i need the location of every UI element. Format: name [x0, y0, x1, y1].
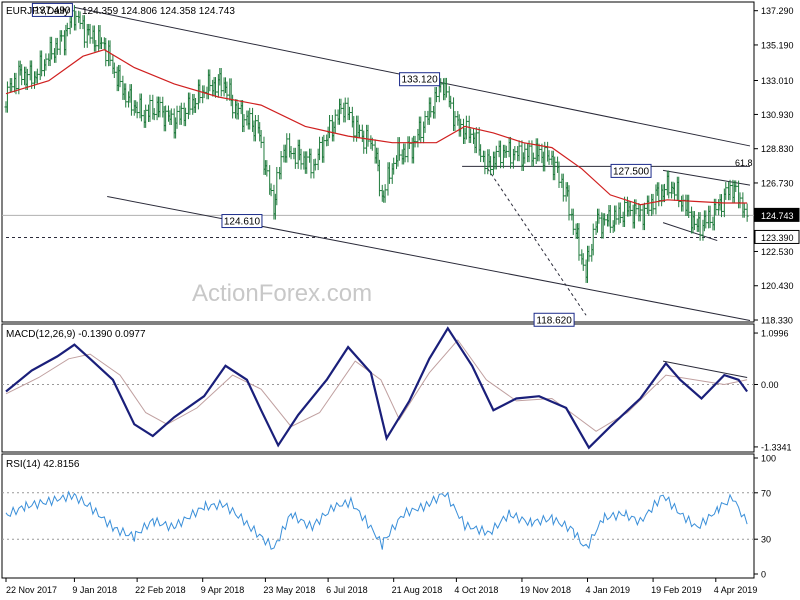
rsi-tick-label: 100: [761, 454, 776, 464]
price-tick-label: 123.390: [761, 233, 794, 243]
x-tick-label: 23 May 2018: [263, 585, 315, 595]
x-tick-label: 9 Jan 2018: [72, 585, 117, 595]
price-tick-label: 128.830: [761, 144, 794, 154]
price-annotation-label: 127.500: [613, 166, 650, 177]
price-annotation: 118.620: [533, 312, 575, 327]
macd-title: MACD(12,26,9) -0.1390 0.0977: [6, 329, 146, 340]
ohlc-label: 124.359 124.806 124.358 124.743: [82, 6, 235, 17]
price-tick-label: 118.330: [761, 316, 793, 326]
macd-tick-label: -1.3341: [761, 442, 792, 452]
x-tick-label: 21 Aug 2018: [392, 585, 443, 595]
x-tick-label: 9 Apr 2018: [201, 585, 245, 595]
macd-tick-label: 0.00: [761, 380, 779, 390]
rsi-title: RSI(14) 42.8156: [6, 459, 80, 470]
price-annotation-label: 124.610: [224, 217, 261, 228]
x-tick-label: 4 Oct 2018: [454, 585, 498, 595]
price-tick-label: 126.730: [761, 178, 794, 188]
price-annotation-label: 133.120: [401, 75, 438, 86]
chart-canvas: ActionForex.com 61.8137.490133.120124.61…: [0, 0, 800, 600]
price-tick-label: 137.290: [761, 6, 794, 16]
x-tick-label: 22 Nov 2017: [6, 585, 57, 595]
fib-label: 61.8: [735, 158, 753, 168]
x-tick-label: 19 Feb 2019: [651, 585, 702, 595]
x-tick-label: 4 Jan 2019: [586, 585, 631, 595]
watermark: ActionForex.com: [192, 280, 372, 307]
price-annotation: 127.500: [610, 163, 652, 178]
rsi-tick-label: 70: [761, 488, 771, 498]
price-tick-label: 133.010: [761, 76, 794, 86]
price-tick-label: 135.190: [761, 40, 794, 50]
price-tick-label: 120.430: [761, 281, 794, 291]
x-tick-label: 19 Nov 2018: [520, 585, 571, 595]
rsi-tick-label: 0: [761, 570, 766, 580]
x-tick-label: 22 Feb 2018: [135, 585, 186, 595]
price-tick-label: 122.530: [761, 247, 794, 257]
x-tick-label: 6 Jul 2018: [326, 585, 368, 595]
price-annotation: 124.610: [221, 214, 263, 229]
price-tick-label: 130.930: [761, 110, 794, 120]
price-annotation-label: 118.620: [536, 315, 572, 326]
symbol-label: EURJPY,Daily: [6, 6, 69, 17]
price-annotation: 133.120: [399, 72, 441, 87]
x-tick-label: 4 Apr 2019: [714, 585, 758, 595]
rsi-tick-label: 30: [761, 535, 771, 545]
price-tick-label: 124.743: [761, 211, 794, 221]
macd-tick-label: 1.0996: [761, 329, 789, 339]
